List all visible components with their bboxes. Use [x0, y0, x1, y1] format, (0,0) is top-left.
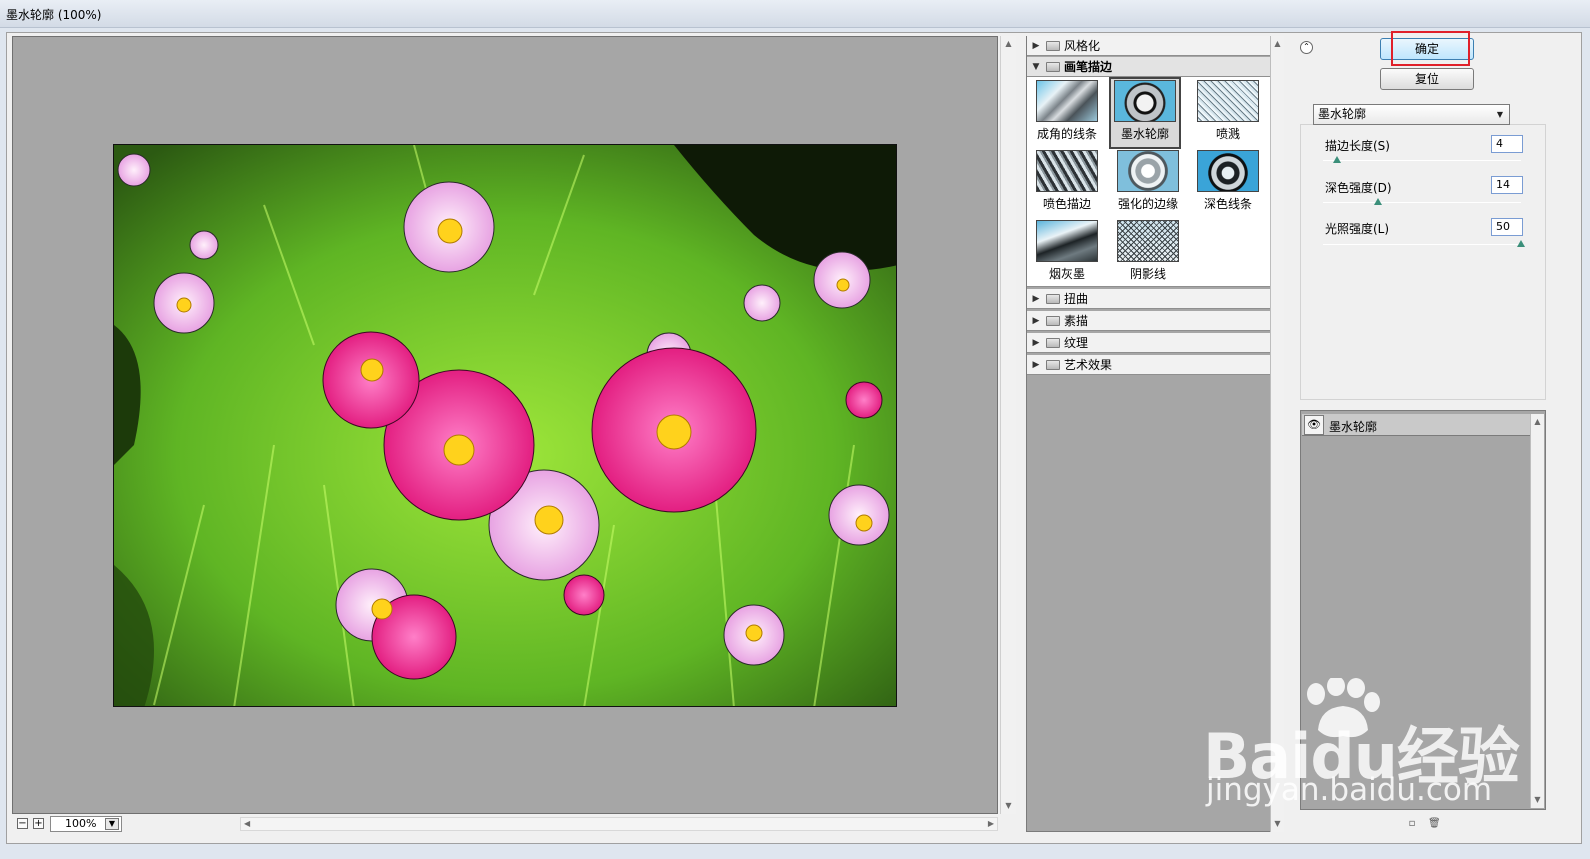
scroll-left-arrow-icon[interactable]: ◀: [244, 820, 250, 828]
highlight-box: [1391, 31, 1470, 66]
expand-triangle-icon[interactable]: ▶: [1029, 316, 1043, 326]
zoom-out-button[interactable]: −: [17, 818, 28, 829]
preview-image: [113, 144, 897, 707]
filter-crosshatch[interactable]: 阴影线: [1113, 220, 1183, 282]
preview-vertical-scrollbar[interactable]: ▲ ▼: [1000, 36, 1016, 814]
stroke-length-label: 描边长度(S): [1325, 139, 1390, 153]
dark-intensity-slider-thumb[interactable]: [1374, 198, 1383, 205]
category-brush-strokes[interactable]: ▼ 画笔描边: [1027, 57, 1270, 77]
title-bar: [0, 0, 1590, 28]
filter-dark-strokes[interactable]: 深色线条: [1193, 150, 1263, 212]
dark-intensity-slider-track[interactable]: [1323, 202, 1521, 203]
category-sketch[interactable]: ▶ 素描: [1027, 311, 1270, 331]
filter-spatter[interactable]: 喷溅: [1193, 80, 1263, 142]
dark-intensity-input[interactable]: 14: [1491, 176, 1523, 194]
preview-horizontal-scrollbar[interactable]: ◀ ▶: [240, 817, 998, 831]
folder-icon: [1046, 337, 1060, 348]
stroke-length-slider-thumb[interactable]: [1332, 156, 1341, 163]
scroll-down-arrow-icon[interactable]: ▼: [1531, 796, 1544, 804]
new-effect-layer-icon[interactable]: ▫: [1406, 818, 1418, 830]
collapse-triangle-icon[interactable]: ▼: [1029, 62, 1043, 72]
sumi-e-thumb-icon: [1036, 220, 1098, 262]
eye-icon[interactable]: 👁: [1304, 415, 1324, 435]
category-stylize[interactable]: ▶ 风格化: [1027, 36, 1270, 56]
scroll-down-arrow-icon[interactable]: ▼: [1001, 802, 1016, 810]
watermark-url: jingyan.baidu.com: [1206, 772, 1493, 808]
filter-type-select[interactable]: 墨水轮廓: [1313, 104, 1510, 125]
expand-triangle-icon[interactable]: ▶: [1029, 41, 1043, 51]
effect-layer-label: 墨水轮廓: [1329, 420, 1378, 434]
stroke-length-slider-track[interactable]: [1323, 160, 1521, 161]
stroke-length-input[interactable]: 4: [1491, 135, 1523, 153]
folder-icon: [1046, 359, 1060, 370]
category-texture[interactable]: ▶ 纹理: [1027, 333, 1270, 353]
scroll-right-arrow-icon[interactable]: ▶: [988, 820, 994, 828]
scroll-up-arrow-icon[interactable]: ▲: [1271, 40, 1284, 48]
reset-button[interactable]: 复位: [1380, 68, 1474, 90]
scroll-up-arrow-icon[interactable]: ▲: [1001, 40, 1016, 48]
filter-angled-strokes[interactable]: 成角的线条: [1032, 80, 1102, 142]
window-title: 墨水轮廓 (100%): [6, 8, 102, 22]
collapse-gallery-icon[interactable]: ⌃: [1300, 41, 1313, 54]
dark-strokes-thumb-icon: [1197, 150, 1259, 192]
folder-icon: [1046, 61, 1060, 72]
filter-parameters-panel: [1300, 124, 1546, 400]
zoom-in-button[interactable]: +: [33, 818, 44, 829]
category-artistic[interactable]: ▶ 艺术效果: [1027, 355, 1270, 375]
light-intensity-input[interactable]: 50: [1491, 218, 1523, 236]
filter-sprayed-strokes[interactable]: 喷色描边: [1032, 150, 1102, 212]
category-distort[interactable]: ▶ 扭曲: [1027, 289, 1270, 309]
expand-triangle-icon[interactable]: ▶: [1029, 294, 1043, 304]
filter-accented-edges[interactable]: 强化的边缘: [1113, 150, 1183, 212]
zoom-dropdown-arrow-icon[interactable]: ▼: [105, 818, 119, 830]
scroll-down-arrow-icon[interactable]: ▼: [1271, 820, 1284, 828]
angled-strokes-thumb-icon: [1036, 80, 1098, 122]
light-intensity-slider-track[interactable]: [1323, 244, 1521, 245]
preview-area[interactable]: [12, 36, 998, 814]
expand-triangle-icon[interactable]: ▶: [1029, 338, 1043, 348]
accented-edges-thumb-icon: [1117, 150, 1179, 192]
brush-strokes-thumbnails: 成角的线条 墨水轮廓 喷溅 喷色描边 强化的边缘 深色线条 烟灰墨 阴影线: [1027, 77, 1270, 287]
expand-triangle-icon[interactable]: ▶: [1029, 360, 1043, 370]
folder-icon: [1046, 40, 1060, 51]
light-intensity-slider-thumb[interactable]: [1517, 240, 1525, 247]
folder-icon: [1046, 315, 1060, 326]
scroll-up-arrow-icon[interactable]: ▲: [1531, 418, 1544, 426]
chevron-down-icon[interactable]: ▼: [1493, 106, 1507, 123]
filter-sumi-e[interactable]: 烟灰墨: [1032, 220, 1102, 282]
spatter-thumb-icon: [1197, 80, 1259, 122]
trash-icon[interactable]: 🗑: [1428, 818, 1441, 830]
layers-scrollbar[interactable]: ▲ ▼: [1530, 414, 1544, 808]
ink-outlines-thumb-icon: [1114, 80, 1176, 122]
light-intensity-label: 光照强度(L): [1325, 222, 1390, 236]
crosshatch-thumb-icon: [1117, 220, 1179, 262]
filter-ink-outlines[interactable]: 墨水轮廓: [1109, 77, 1181, 149]
folder-icon: [1046, 293, 1060, 304]
sprayed-strokes-thumb-icon: [1036, 150, 1098, 192]
dark-intensity-label: 深色强度(D): [1325, 181, 1392, 195]
